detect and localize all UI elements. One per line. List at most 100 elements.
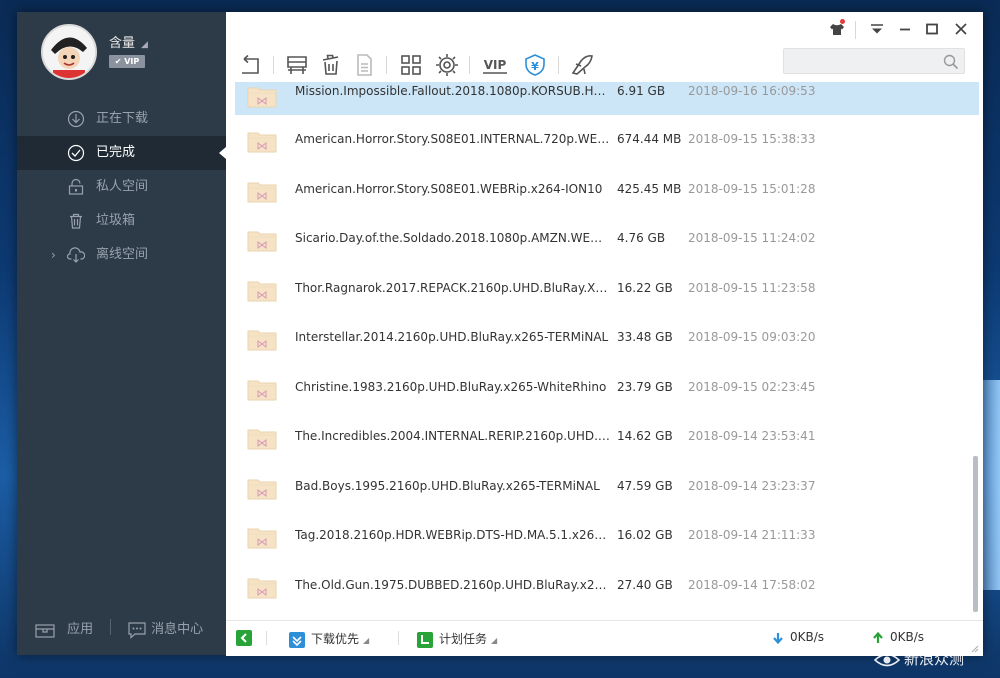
cloud-download-icon <box>67 247 85 263</box>
file-name: American.Horror.Story.S08E01.WEBRip.x264… <box>295 181 603 196</box>
file-row[interactable]: Interstellar.2014.2160p.UHD.BluRay.x265-… <box>235 313 979 363</box>
active-indicator <box>219 147 226 159</box>
back-button[interactable] <box>237 52 263 78</box>
file-name: Mission.Impossible.Fallout.2018.1080p.KO… <box>295 84 610 98</box>
file-time: 2018-09-15 09:03:20 <box>688 330 816 344</box>
video-file-icon <box>247 129 277 153</box>
file-size: 16.02 GB <box>617 528 673 542</box>
download-speed: 0KB/s <box>772 630 824 644</box>
trash-icon <box>70 213 82 229</box>
file-size: 33.48 GB <box>617 330 673 344</box>
file-info-button[interactable] <box>351 52 377 78</box>
apps-button[interactable]: 应用 <box>35 618 93 638</box>
close-button[interactable] <box>952 20 970 38</box>
file-row[interactable]: American.Horror.Story.S08E01.INTERNAL.72… <box>235 115 979 165</box>
file-name: American.Horror.Story.S08E01.INTERNAL.72… <box>295 132 610 146</box>
file-name: Thor.Ragnarok.2017.REPACK.2160p.UHD.BluR… <box>295 280 610 295</box>
search-icon[interactable] <box>943 54 959 70</box>
back-icon <box>242 54 259 74</box>
title-bar <box>226 12 983 48</box>
scrollbar[interactable] <box>973 456 978 612</box>
minimize-icon <box>900 28 910 31</box>
file-row[interactable]: Mission.Impossible.Fallout.2018.1080p.KO… <box>235 82 979 115</box>
file-time: 2018-09-14 23:53:41 <box>688 429 816 443</box>
file-row[interactable]: The.Incredibles.2004.INTERNAL.RERIP.2160… <box>235 412 979 462</box>
sidebar-item-private-space[interactable]: 私人空间 <box>17 170 226 204</box>
video-file-icon <box>247 84 277 108</box>
divider <box>855 21 856 39</box>
vip-button[interactable]: VIP <box>480 52 510 78</box>
skin-button[interactable] <box>828 19 846 38</box>
file-time: 2018-09-16 16:09:53 <box>688 84 816 98</box>
priority-check-icon <box>289 631 305 648</box>
file-row[interactable]: American.Horror.Story.S08E01.WEBRip.x264… <box>235 165 979 215</box>
download-arrow-icon <box>67 110 85 128</box>
username[interactable]: 含量 ◢ <box>109 32 148 51</box>
lock-icon <box>68 178 84 195</box>
open-folder-icon <box>287 56 307 74</box>
watermark: 新浪众测 <box>873 648 964 669</box>
sidebar-item-downloading[interactable]: 正在下载 <box>17 102 226 136</box>
open-folder-button[interactable] <box>284 52 310 78</box>
file-size: 27.40 GB <box>617 577 673 592</box>
file-icon <box>357 54 372 76</box>
sidebar-item-trash[interactable]: 垃圾箱 <box>17 204 226 238</box>
delete-icon <box>322 54 339 75</box>
file-time: 2018-09-15 02:23:45 <box>688 379 816 394</box>
settings-gear-icon <box>436 54 458 76</box>
sidebar-item-completed[interactable]: 已完成 <box>17 136 226 170</box>
scheduled-tasks-button[interactable]: 计划任务 ◢ <box>417 630 497 648</box>
resize-grip-icon[interactable] <box>971 645 979 653</box>
file-row[interactable]: The.Old.Gun.1975.DUBBED.2160p.UHD.BluRay… <box>235 561 979 611</box>
file-size: 16.22 GB <box>617 280 673 295</box>
message-center-button[interactable]: 消息中心 <box>127 618 203 639</box>
file-row[interactable]: Bad.Boys.1995.2160p.UHD.BluRay.x265-TERM… <box>235 462 979 512</box>
schedule-icon <box>417 631 433 648</box>
file-size: 47.59 GB <box>617 478 673 493</box>
video-file-icon <box>247 327 277 351</box>
file-size: 674.44 MB <box>617 132 682 146</box>
file-list: Mission.Impossible.Fallout.2018.1080p.KO… <box>235 82 979 611</box>
divider <box>266 631 267 645</box>
sidebar-nav: 正在下载 已完成 私人空间 垃圾箱 › 离线空间 <box>17 102 226 272</box>
main-menu-button[interactable] <box>868 20 886 38</box>
search-input[interactable] <box>783 48 965 74</box>
speed-boost-button[interactable] <box>569 52 595 78</box>
file-size: 425.45 MB <box>617 181 682 196</box>
video-file-icon <box>247 377 277 401</box>
file-name: The.Old.Gun.1975.DUBBED.2160p.UHD.BluRay… <box>295 577 610 592</box>
yuan-icon: ¥ <box>525 54 545 76</box>
grid-view-icon <box>401 55 421 75</box>
chat-bubble-icon <box>128 621 146 639</box>
download-priority-button[interactable]: 下载优先 ◢ <box>289 630 369 648</box>
file-row[interactable]: Tag.2018.2160p.HDR.WEBRip.DTS-HD.MA.5.1.… <box>235 511 979 561</box>
file-row[interactable]: Thor.Ragnarok.2017.REPACK.2160p.UHD.BluR… <box>235 264 979 314</box>
minimize-button[interactable] <box>896 20 914 38</box>
notification-dot <box>840 19 845 24</box>
video-file-icon <box>247 426 277 450</box>
yuan-button[interactable]: ¥ <box>522 52 548 78</box>
sidebar-bottom: 应用 消息中心 <box>17 612 226 642</box>
file-row[interactable]: Christine.1983.2160p.UHD.BluRay.x265-Whi… <box>235 363 979 413</box>
file-size: 6.91 GB <box>617 84 666 98</box>
expand-chevron-icon[interactable]: › <box>51 238 56 272</box>
settings-button[interactable] <box>434 52 460 78</box>
file-name: The.Incredibles.2004.INTERNAL.RERIP.2160… <box>295 429 610 443</box>
avatar[interactable] <box>41 24 97 80</box>
maximize-button[interactable] <box>923 20 941 38</box>
video-file-icon <box>247 476 277 500</box>
yuan-icon-text: ¥ <box>531 60 539 73</box>
delete-button[interactable] <box>318 52 344 78</box>
file-time: 2018-09-15 15:01:28 <box>688 181 816 196</box>
file-row[interactable]: Sicario.Day.of.the.Soldado.2018.1080p.AM… <box>235 214 979 264</box>
divider <box>398 631 399 645</box>
apps-icon <box>35 623 55 638</box>
vip-icon-text: VIP <box>484 58 507 72</box>
user-menu-caret-icon[interactable]: ◢ <box>141 40 148 50</box>
grid-view-button[interactable] <box>398 52 424 78</box>
file-size: 4.76 GB <box>617 231 666 245</box>
sidebar-item-offline-space[interactable]: › 离线空间 <box>17 238 226 272</box>
file-name: Interstellar.2014.2160p.UHD.BluRay.x265-… <box>295 330 609 344</box>
divider <box>110 619 111 635</box>
collapse-sidebar-button[interactable] <box>236 630 258 646</box>
